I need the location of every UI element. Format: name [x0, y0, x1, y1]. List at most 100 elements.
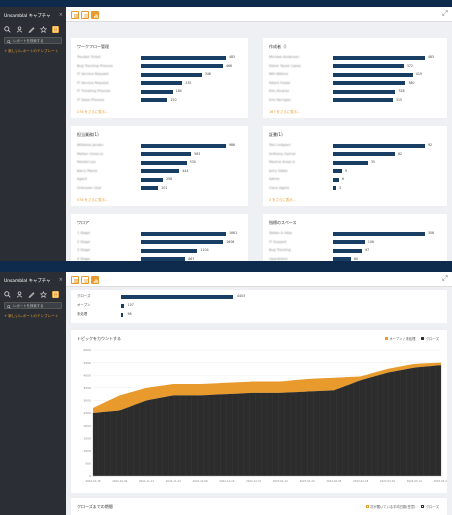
- bar-row[interactable]: Maxine Ansel Jr. 35: [269, 160, 441, 165]
- bar-row[interactable]: Ted Lindgren 92: [269, 143, 441, 148]
- bar-value: 201: [161, 185, 168, 190]
- bar-value: 867: [188, 256, 195, 261]
- bar-row[interactable]: 4 Stage 867: [77, 256, 242, 261]
- bar-row[interactable]: Bug Tracking 97: [269, 248, 441, 253]
- bar-row[interactable]: Diane Taylor Lopez 372: [269, 64, 441, 69]
- user-icon[interactable]: [16, 26, 23, 33]
- bar-label: Jerry Gibbs: [269, 168, 288, 173]
- bar-row[interactable]: Anthony Garner 62: [269, 152, 441, 157]
- search-icon[interactable]: [4, 291, 11, 298]
- star-icon[interactable]: [40, 291, 47, 298]
- bar-row[interactable]: Operations 60: [269, 257, 441, 261]
- bar-label: Clara Agent: [269, 185, 289, 190]
- bar-value: 150: [170, 97, 177, 102]
- bar-row[interactable]: Will Wilkins 419: [269, 72, 441, 77]
- legend-item-avg-days[interactable]: 次が開いている平均日数(任意): [365, 504, 415, 509]
- close-icon[interactable]: ×: [59, 12, 63, 18]
- bar-row[interactable]: IT Sales Process 150: [77, 98, 242, 103]
- pencil-icon[interactable]: [28, 26, 35, 33]
- bar-row[interactable]: IT Ticketing Process 180: [77, 89, 242, 94]
- bar-value: 315: [396, 97, 403, 102]
- x-tick-label: 2023-01-12: [273, 479, 288, 483]
- report-icon[interactable]: [52, 26, 59, 33]
- bar-row[interactable]: IT Support 106: [269, 240, 441, 245]
- chart-view-icon[interactable]: [91, 11, 99, 19]
- toolbar: [66, 272, 452, 287]
- x-tick-label: 2023-01-24: [300, 479, 315, 483]
- expand-icon[interactable]: [442, 275, 448, 281]
- metric-card: 担当業務(1) Williams Jansen 986 Melton Green Jr…: [71, 126, 248, 206]
- new-report-template-link[interactable]: + 新しいレポートのテンプレート: [4, 49, 58, 54]
- bar-label: Michael Anderson: [269, 55, 300, 59]
- pencil-icon[interactable]: [28, 291, 35, 298]
- bar: [141, 64, 223, 68]
- bar-row[interactable]: Williams Jansen 986: [77, 143, 242, 148]
- show-more-link[interactable]: 576 をさらに表示...: [77, 197, 108, 202]
- chart-view-icon[interactable]: [91, 276, 99, 284]
- status-label: オープン: [77, 303, 91, 307]
- bar-row[interactable]: Trouble Ticket 483: [77, 55, 242, 60]
- bar-row[interactable]: Unknown User 201: [77, 186, 242, 191]
- bar-row[interactable]: Michael Anderson 483: [269, 55, 441, 60]
- report-icon[interactable]: [52, 291, 59, 298]
- status-bar: [121, 303, 124, 308]
- bar-row[interactable]: Kim Alvarez 328: [269, 89, 441, 94]
- bar-row[interactable]: Albert Foster 380: [269, 81, 441, 86]
- search-input[interactable]: レポートを検索する: [4, 37, 62, 44]
- status-row[interactable]: 未処理 98: [77, 312, 437, 317]
- bar-row[interactable]: Melton Green Jr. 583: [77, 152, 242, 157]
- legend-item-closed[interactable]: クローズ: [421, 336, 439, 341]
- list-view-icon[interactable]: [81, 11, 89, 19]
- star-icon[interactable]: [40, 26, 47, 33]
- show-more-link[interactable]: 276 をさらに表示...: [77, 109, 108, 114]
- bar-row[interactable]: 1 Stage 1661: [77, 231, 242, 236]
- card-title: 証書(1): [269, 132, 283, 137]
- close-icon[interactable]: ×: [59, 277, 63, 283]
- bar-row[interactable]: Ronald Lee 530: [77, 160, 242, 165]
- closing-time-card: クローズまでの期間 次が開いている平均日数(任意) クローズ: [71, 498, 447, 515]
- user-icon[interactable]: [16, 291, 23, 298]
- list-view-icon[interactable]: [81, 276, 89, 284]
- bar-row[interactable]: Clara Agent 3: [269, 186, 441, 191]
- bar-row[interactable]: 2 Stage 1608: [77, 240, 242, 245]
- bar: [333, 248, 363, 253]
- status-row[interactable]: オープン 107: [77, 303, 437, 308]
- status-value: 4403: [237, 294, 246, 298]
- bar-row[interactable]: Erin Kerrigan 315: [269, 98, 441, 103]
- bar-row[interactable]: Bug Tracking Process 466: [77, 64, 242, 69]
- bar-row[interactable]: Barry Marks 444: [77, 169, 242, 174]
- bar-value: 92: [428, 143, 433, 147]
- card-title: 指標のスペース: [269, 220, 297, 225]
- new-report-template-link[interactable]: + 新しいレポートのテンプレート: [4, 314, 58, 319]
- search-input[interactable]: レポートを検索する: [4, 302, 62, 309]
- status-row[interactable]: クローズ 4403: [77, 294, 437, 299]
- bar-row[interactable]: Jerry Gibbs 9: [269, 169, 441, 174]
- bar-row[interactable]: Agent 256: [77, 177, 242, 182]
- bar-label: Bug Tracking Process: [77, 63, 113, 68]
- bar-row[interactable]: IT Service Request 346: [77, 72, 242, 77]
- y-tick-label: 5000: [83, 348, 91, 352]
- show-more-link[interactable]: 3 をさらに表示...: [269, 197, 296, 202]
- bar-label: IT Service Request: [77, 80, 109, 85]
- bar-row[interactable]: Admin 6: [269, 177, 441, 182]
- bar: [333, 186, 336, 190]
- bar: [333, 231, 425, 236]
- sidebar-title: Unsamblal キャプチャ: [4, 279, 51, 284]
- x-tick-label: 2023-03-27: [433, 479, 447, 483]
- grid-view-icon[interactable]: [71, 11, 79, 19]
- show-more-link[interactable]: 167 をさらに表示...: [269, 109, 300, 114]
- sidebar-title: Unsamblal キャプチャ: [4, 14, 51, 19]
- bar-row[interactable]: 3 Stage 1104: [77, 248, 242, 253]
- legend-item-open[interactable]: オープン / 未処理: [384, 336, 415, 341]
- grid-view-icon[interactable]: [71, 276, 79, 284]
- expand-icon[interactable]: [442, 10, 448, 16]
- bar-row[interactable]: IT Service Request 235: [77, 81, 242, 86]
- legend-item-closed[interactable]: クローズ: [421, 504, 439, 509]
- card-title: ワロア: [77, 220, 89, 225]
- bar-label: Albert Foster: [269, 80, 291, 85]
- search-icon[interactable]: [4, 26, 11, 33]
- status-label: 未処理: [77, 312, 88, 316]
- bar-row[interactable]: Tables & Help 306: [269, 231, 441, 236]
- card-title: 作成者（）: [269, 44, 289, 49]
- x-tick-label: 2023-03-02: [380, 479, 395, 483]
